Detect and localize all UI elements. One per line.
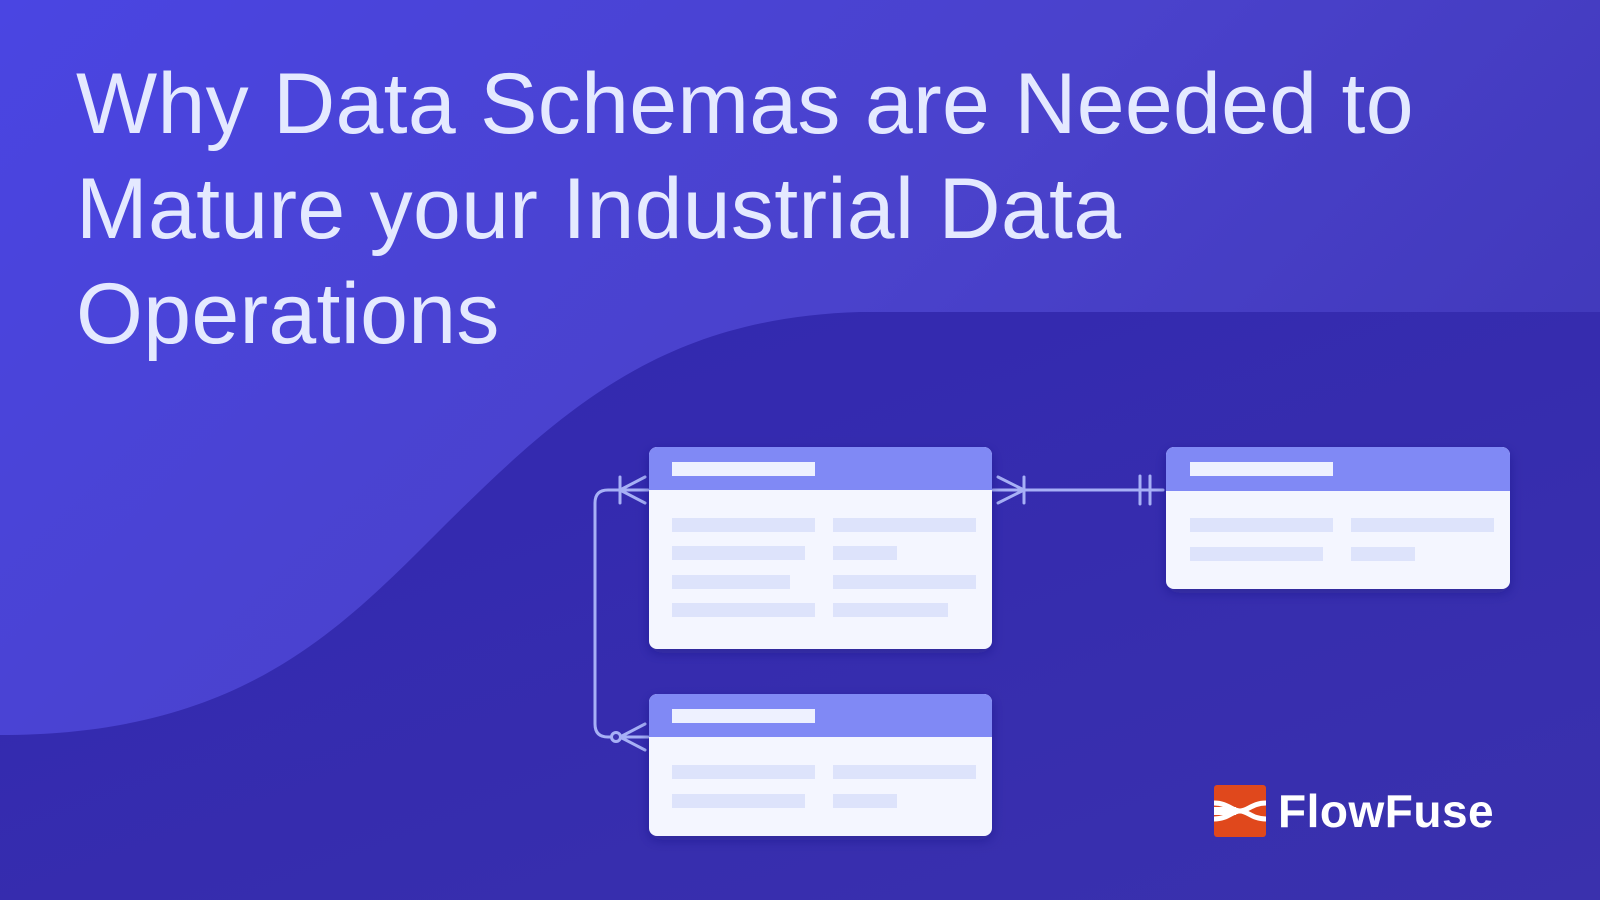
brand-name: FlowFuse — [1278, 785, 1495, 837]
flowfuse-logo: FlowFuse — [1214, 784, 1494, 838]
table-main — [649, 447, 992, 649]
table-main-title-placeholder — [672, 462, 815, 476]
er-diagram — [593, 447, 1510, 836]
table-bottom — [649, 694, 992, 836]
table-bottom-title-placeholder — [672, 709, 815, 723]
table-right-title-placeholder — [1190, 462, 1333, 476]
relationship-main-bottom — [593, 475, 650, 752]
connector-line — [593, 488, 650, 739]
flowfuse-logo-icon — [1214, 785, 1266, 837]
relationship-main-right — [991, 474, 1165, 506]
table-right — [1166, 447, 1510, 589]
slide-canvas: Why Data Schemas are Needed to Mature yo… — [0, 0, 1600, 900]
